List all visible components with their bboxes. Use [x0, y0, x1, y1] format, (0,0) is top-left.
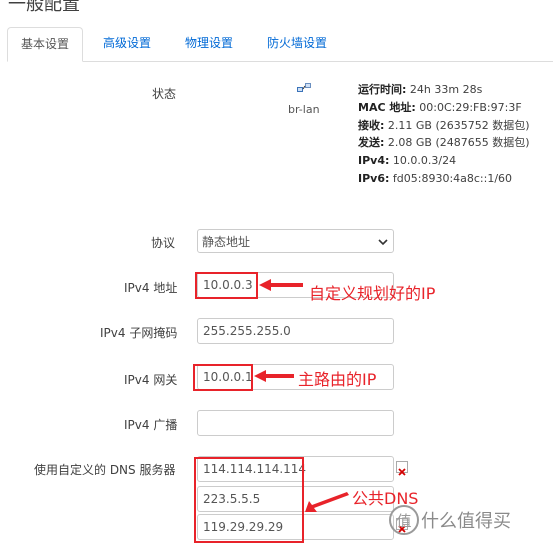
broadcast-input[interactable] — [197, 410, 394, 436]
arrow-left-icon — [254, 370, 294, 382]
arrow-down-left-icon — [305, 492, 349, 512]
ip-annotation: 自定义规划好的IP — [309, 284, 436, 303]
tab-firewall[interactable]: 防火墙设置 — [254, 27, 340, 60]
svg-text:值: 值 — [396, 512, 411, 530]
protocol-select[interactable]: 静态地址 — [197, 229, 394, 253]
ipv4-line: IPv4: 10.0.0.3/24 — [358, 154, 457, 168]
status-label: 状态 — [152, 87, 177, 101]
dns-highlight-box — [194, 457, 304, 543]
rx-line: 接收: 2.11 GB (2635752 数据包) — [358, 118, 530, 132]
tx-line: 发送: 2.08 GB (2487655 数据包) — [358, 136, 530, 150]
netmask-label: IPv4 子网掩码 — [100, 326, 178, 340]
tab-basic[interactable]: 基本设置 — [7, 27, 84, 62]
ipv6-line: IPv6: fd05:8930:4a8c::1/60 — [358, 171, 513, 185]
tab-advanced[interactable]: 高级设置 — [90, 27, 164, 60]
chevron-down-icon — [378, 239, 388, 246]
protocol-label: 协议 — [151, 236, 176, 250]
gateway-label: IPv4 网关 — [124, 373, 178, 387]
remove-dns-icon[interactable] — [396, 461, 408, 476]
netmask-input[interactable]: 255.255.255.0 — [197, 318, 394, 344]
tab-physical[interactable]: 物理设置 — [172, 27, 246, 60]
zhi-logo-icon: 值 — [389, 505, 419, 535]
mac-line: MAC 地址: 00:0C:29:FB:97:3F — [358, 100, 522, 114]
protocol-value: 静态地址 — [202, 235, 251, 249]
gateway-annotation: 主路由的IP — [298, 370, 377, 389]
network-icon — [297, 83, 311, 92]
uptime-line: 运行时间: 24h 33m 28s — [358, 83, 483, 96]
watermark-text: 什么值得买 — [421, 511, 511, 532]
tab-bar: 基本设置 高级设置 物理设置 防火墙设置 — [7, 27, 553, 62]
status-details: 运行时间: 24h 33m 28s MAC 地址: 00:0C:29:FB:97… — [358, 81, 530, 188]
broadcast-label: IPv4 广播 — [124, 418, 178, 432]
dns-label: 使用自定义的 DNS 服务器 — [34, 463, 176, 477]
ipv4-address-label: IPv4 地址 — [124, 281, 178, 295]
ip-highlight-box — [195, 272, 258, 299]
arrow-left-icon — [259, 279, 303, 291]
gateway-highlight-box — [193, 364, 253, 391]
section-title: 一般配置 — [8, 0, 80, 15]
device-name: br-lan — [288, 103, 320, 116]
